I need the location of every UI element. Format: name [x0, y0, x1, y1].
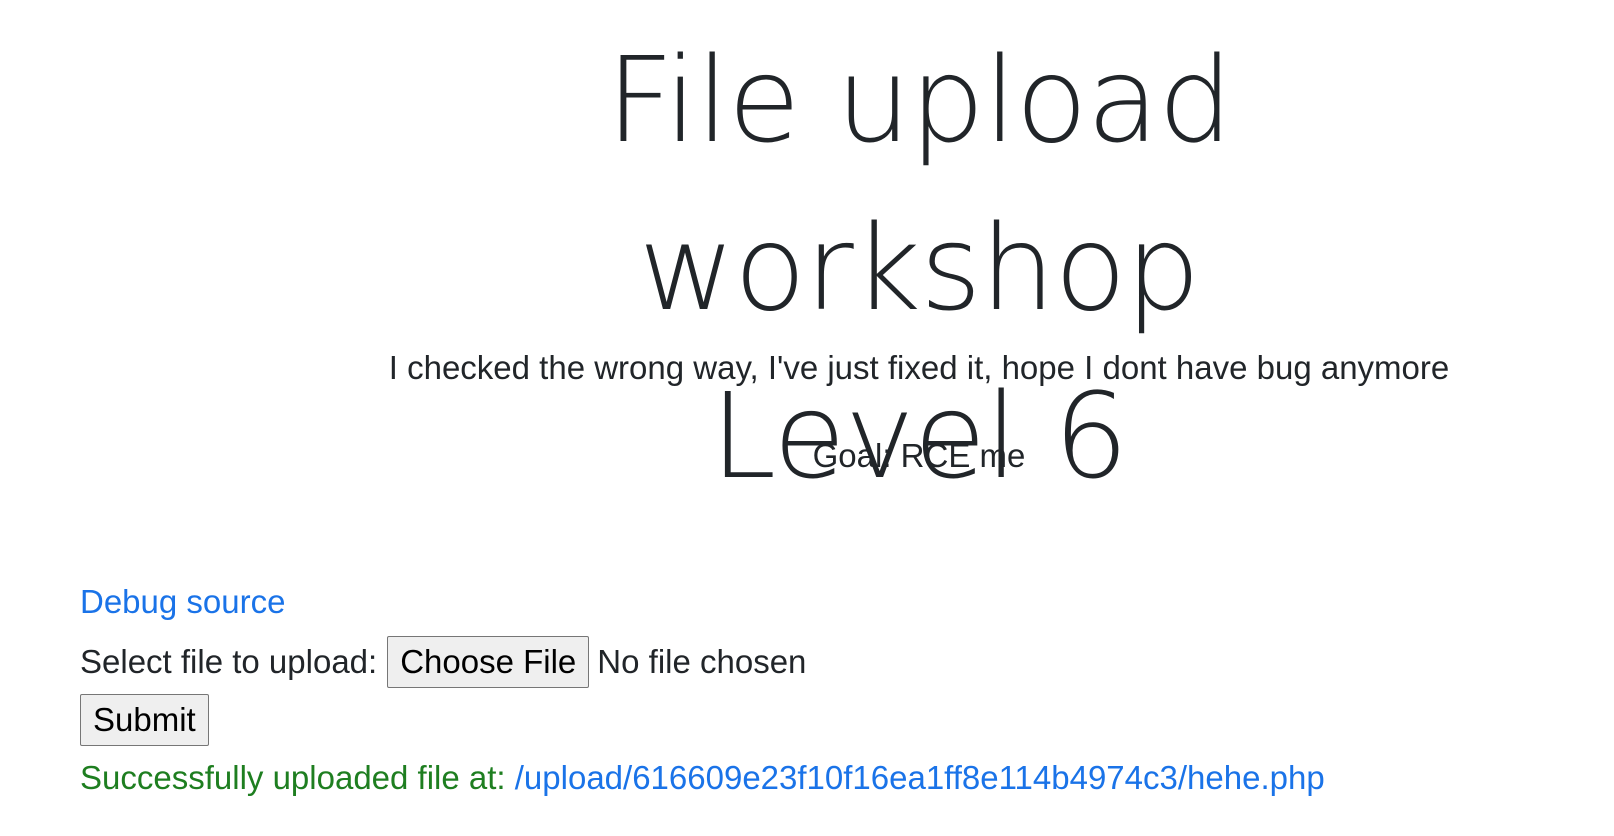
submit-button[interactable]: Submit [80, 694, 209, 746]
hero-section: File upload workshop Level 6 I checked t… [330, 16, 1508, 520]
level-description: I checked the wrong way, I've just fixed… [388, 349, 1450, 386]
uploaded-file-link[interactable]: /upload/616609e23f10f16ea1ff8e114b4974c3… [515, 759, 1325, 796]
upload-section: Debug source Select file to upload: Choo… [80, 580, 1580, 800]
choose-file-button[interactable]: Choose File [387, 636, 590, 688]
select-file-label: Select file to upload: [80, 643, 378, 680]
no-file-chosen-text: No file chosen [597, 643, 807, 680]
upload-success-message: Successfully uploaded file at: /upload/6… [80, 756, 1580, 800]
success-text: Successfully uploaded file at: [80, 759, 515, 796]
debug-source-link[interactable]: Debug source [80, 580, 285, 624]
file-select-row: Select file to upload: Choose File No fi… [80, 636, 1580, 688]
title-line-1: File upload workshop [606, 31, 1233, 337]
level-goal: Goal: RCE me [812, 437, 1026, 474]
